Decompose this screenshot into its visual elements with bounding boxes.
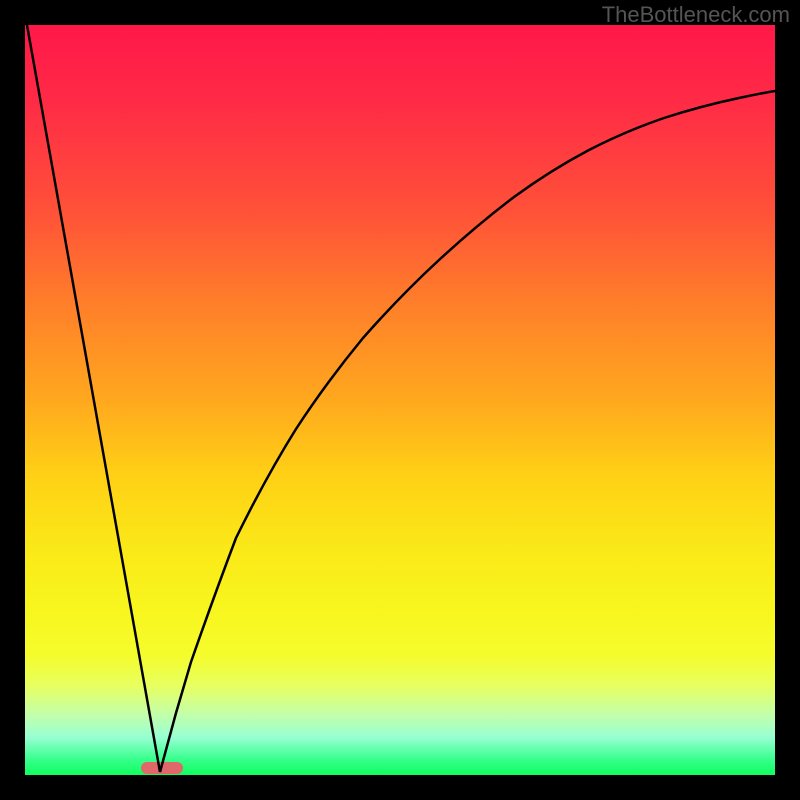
frame-right [775,0,800,800]
frame-left [0,0,25,800]
bottleneck-curve [25,25,775,775]
frame-bottom [0,775,800,800]
chart-container: TheBottleneck.com [0,0,800,800]
curve-right [160,91,775,772]
watermark-text: TheBottleneck.com [602,2,790,28]
curve-left [27,25,160,772]
plot-area [25,25,775,775]
